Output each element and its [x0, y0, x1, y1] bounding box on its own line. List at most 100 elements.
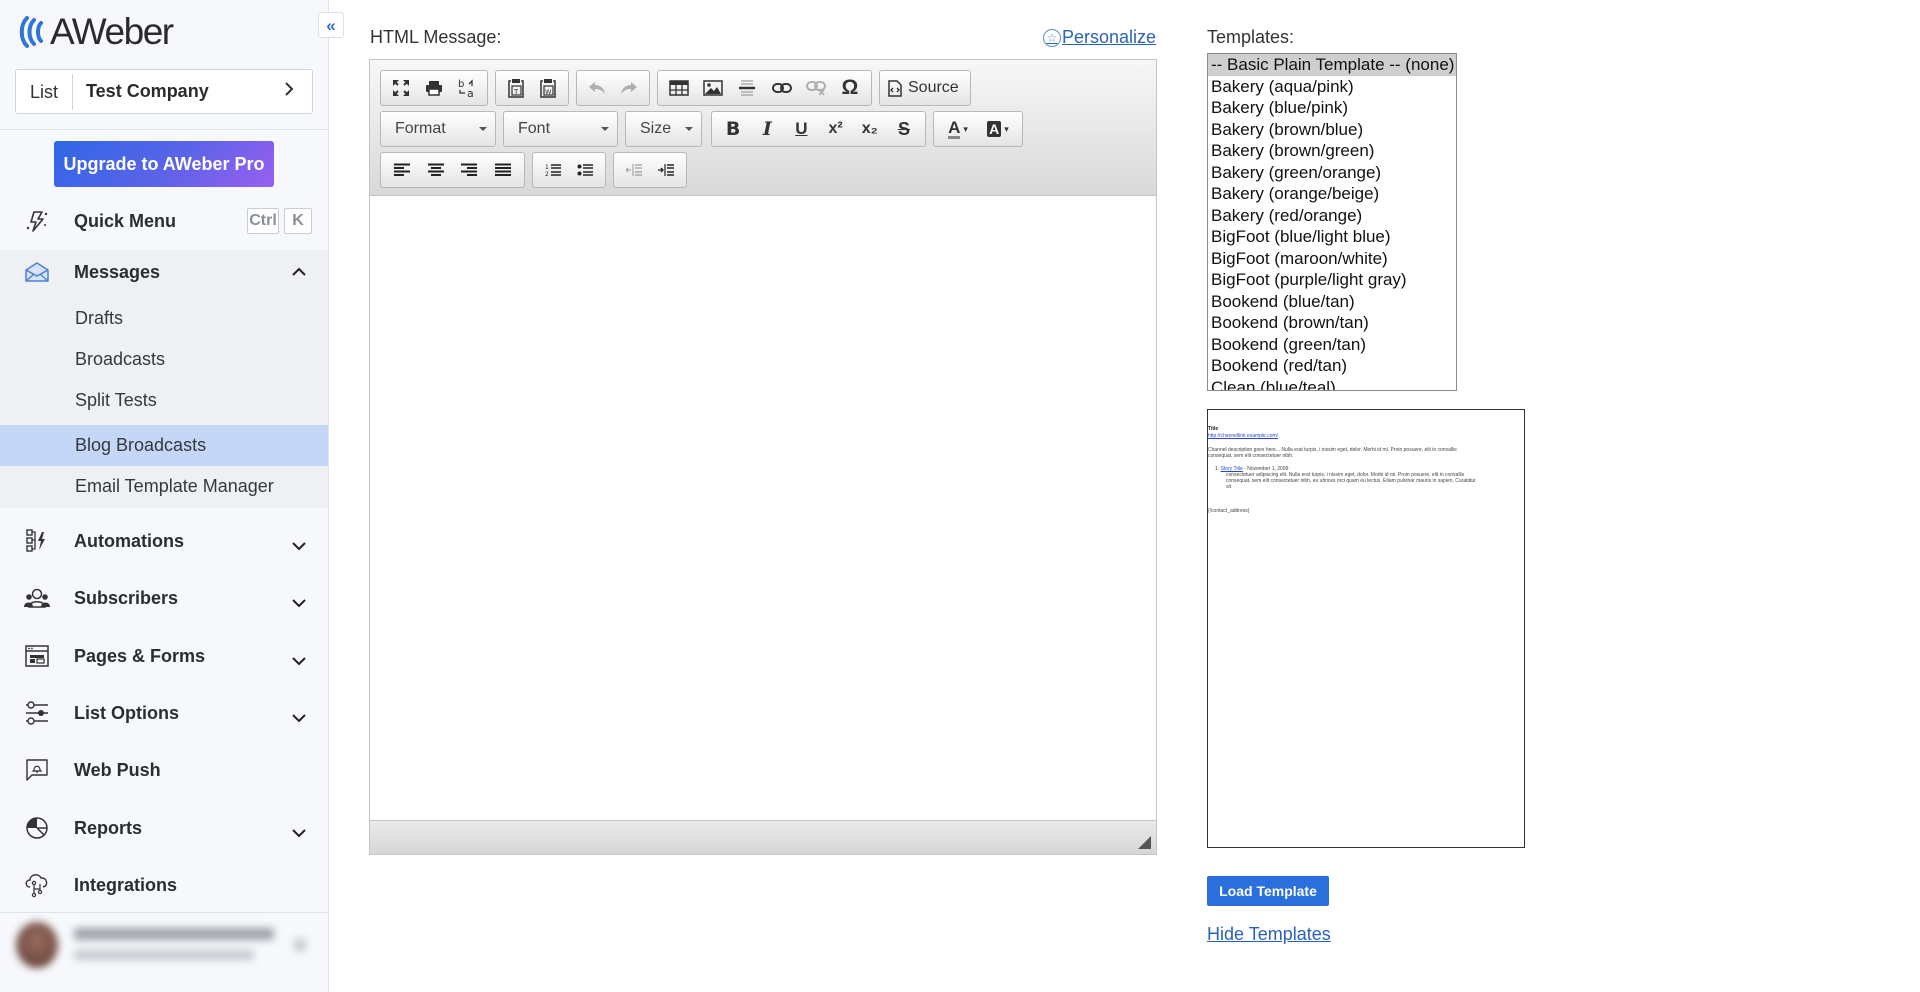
template-option[interactable]: Bakery (brown/green) [1208, 140, 1456, 162]
source-button[interactable]: Source [880, 79, 967, 97]
find-replace-button[interactable]: ba [450, 73, 483, 103]
rich-text-editor: ba T W Ω Source Format Font Size B I U x… [369, 59, 1157, 855]
template-option[interactable]: BigFoot (purple/light gray) [1208, 269, 1456, 291]
sidebar-item-web-push[interactable]: Web Push [0, 748, 328, 792]
sidebar-item-subscribers[interactable]: Subscribers [0, 576, 328, 620]
print-button[interactable] [418, 73, 451, 103]
svg-text:W: W [545, 88, 552, 96]
decrease-indent-button[interactable] [618, 155, 650, 185]
italic-button[interactable]: I [750, 114, 784, 144]
text-color-button[interactable]: A ▾ [938, 114, 978, 144]
user-account-menu[interactable] [8, 918, 313, 973]
superscript-button[interactable]: x² [819, 114, 853, 144]
link-button[interactable] [765, 73, 799, 103]
template-option[interactable]: Bookend (blue/tan) [1208, 291, 1456, 313]
sidebar-item-messages[interactable]: Messages [0, 250, 328, 294]
toolbar-group-history [576, 70, 650, 106]
templates-listbox[interactable]: -- Basic Plain Template -- (none) Bakery … [1207, 53, 1457, 391]
sidebar-subitem-email-template-manager[interactable]: Email Template Manager [0, 466, 328, 507]
align-left-button[interactable] [385, 155, 419, 185]
aweber-logo[interactable]: AWeber [18, 11, 174, 52]
list-selector[interactable]: List Test Company [15, 69, 313, 114]
star-circle-icon: ☆ [1042, 28, 1061, 47]
align-right-button[interactable] [453, 155, 487, 185]
upgrade-button[interactable]: Upgrade to AWeber Pro [54, 141, 274, 187]
sidebar-item-quick-menu[interactable]: Quick Menu Ctrl K [0, 199, 328, 243]
justify-button[interactable] [486, 155, 520, 185]
split-tests-label: Split Tests [75, 390, 157, 410]
messages-section: Messages Drafts Broadcasts Split Tests B… [0, 250, 328, 508]
chevron-down-icon [288, 535, 310, 557]
template-option[interactable]: Bookend (green/tan) [1208, 334, 1456, 356]
sidebar-subitem-broadcasts[interactable]: Broadcasts [0, 339, 328, 380]
template-option[interactable]: Bakery (blue/pink) [1208, 97, 1456, 119]
double-chevron-left-icon: « [326, 15, 336, 35]
svg-text:1: 1 [545, 164, 549, 171]
template-option[interactable]: Clean (blue/teal) [1208, 377, 1456, 391]
subscript-button[interactable]: x₂ [853, 114, 887, 144]
caret-down-icon: ▾ [1004, 123, 1009, 134]
web-push-label: Web Push [74, 759, 161, 780]
template-option[interactable]: Bakery (red/orange) [1208, 205, 1456, 227]
integrations-label: Integrations [74, 874, 178, 895]
unlink-button[interactable] [799, 73, 833, 103]
source-document-icon [888, 79, 902, 97]
sidebar-subitem-drafts[interactable]: Drafts [0, 298, 328, 339]
template-option[interactable]: BigFoot (blue/light blue) [1208, 226, 1456, 248]
numbered-list-icon: 12 [545, 164, 561, 177]
maximize-button[interactable] [385, 73, 418, 103]
special-character-button[interactable]: Ω [833, 73, 867, 103]
bulleted-list-button[interactable] [569, 155, 601, 185]
toolbar-group-clipboard: T W [495, 70, 569, 106]
horizontal-line-button[interactable] [730, 73, 764, 103]
align-center-icon [427, 163, 444, 176]
html-message-label: HTML Message: [370, 27, 502, 47]
format-dropdown[interactable]: Format [380, 111, 496, 147]
collapse-sidebar-button[interactable]: « [318, 12, 344, 38]
template-option[interactable]: Bakery (green/orange) [1208, 162, 1456, 184]
undo-button[interactable] [581, 73, 613, 103]
font-dropdown[interactable]: Font [503, 111, 618, 147]
background-color-button[interactable]: A ▾ [978, 114, 1018, 144]
image-button[interactable] [696, 73, 730, 103]
underline-button[interactable]: U [784, 114, 818, 144]
caret-down-icon [685, 127, 693, 131]
numbered-list-button[interactable]: 12 [537, 155, 569, 185]
increase-indent-button[interactable] [650, 155, 682, 185]
background-color-icon: A [987, 121, 1002, 137]
sidebar-item-list-options[interactable]: List Options [0, 691, 328, 735]
svg-text:b: b [458, 79, 464, 90]
editor-content-area[interactable] [370, 196, 1156, 820]
template-option[interactable]: BigFoot (maroon/white) [1208, 248, 1456, 270]
resize-handle-icon[interactable] [1138, 836, 1151, 849]
preview-title: Title [1208, 426, 1219, 432]
template-option[interactable]: Bakery (brown/blue) [1208, 119, 1456, 141]
sidebar-item-pages-forms[interactable]: Pages & Forms [0, 634, 328, 678]
align-center-button[interactable] [419, 155, 453, 185]
sidebar-item-reports[interactable]: Reports [0, 806, 328, 850]
chevron-down-icon [288, 650, 310, 672]
paste-as-text-button[interactable]: T [500, 73, 532, 103]
template-option[interactable]: Bookend (red/tan) [1208, 355, 1456, 377]
sidebar-subitem-blog-broadcasts[interactable]: Blog Broadcasts [0, 425, 328, 466]
sidebar-item-integrations[interactable]: Integrations [0, 863, 328, 907]
template-option[interactable]: Bakery (orange/beige) [1208, 183, 1456, 205]
preview-description-2: consequat, sem elit consectetuer nibh. [1208, 453, 1294, 459]
template-option[interactable]: Bakery (aqua/pink) [1208, 76, 1456, 98]
template-option[interactable]: Bookend (brown/tan) [1208, 312, 1456, 334]
strikethrough-button[interactable]: S [887, 114, 921, 144]
redo-button[interactable] [613, 73, 645, 103]
load-template-button[interactable]: Load Template [1207, 876, 1329, 906]
caret-down-icon: ▾ [963, 123, 968, 134]
web-push-icon [24, 757, 50, 783]
table-button[interactable] [662, 73, 696, 103]
personalize-link[interactable]: ☆ Personalize [1042, 27, 1156, 48]
sidebar-item-automations[interactable]: Automations [0, 519, 328, 563]
bold-button[interactable]: B [716, 114, 750, 144]
hide-templates-link[interactable]: Hide Templates [1207, 924, 1331, 945]
sidebar-subitem-split-tests[interactable]: Split Tests [0, 380, 328, 421]
toolbar-group-indent [613, 152, 687, 188]
template-option[interactable]: -- Basic Plain Template -- (none) [1208, 54, 1456, 76]
size-dropdown[interactable]: Size [625, 111, 702, 147]
paste-from-word-button[interactable]: W [532, 73, 564, 103]
